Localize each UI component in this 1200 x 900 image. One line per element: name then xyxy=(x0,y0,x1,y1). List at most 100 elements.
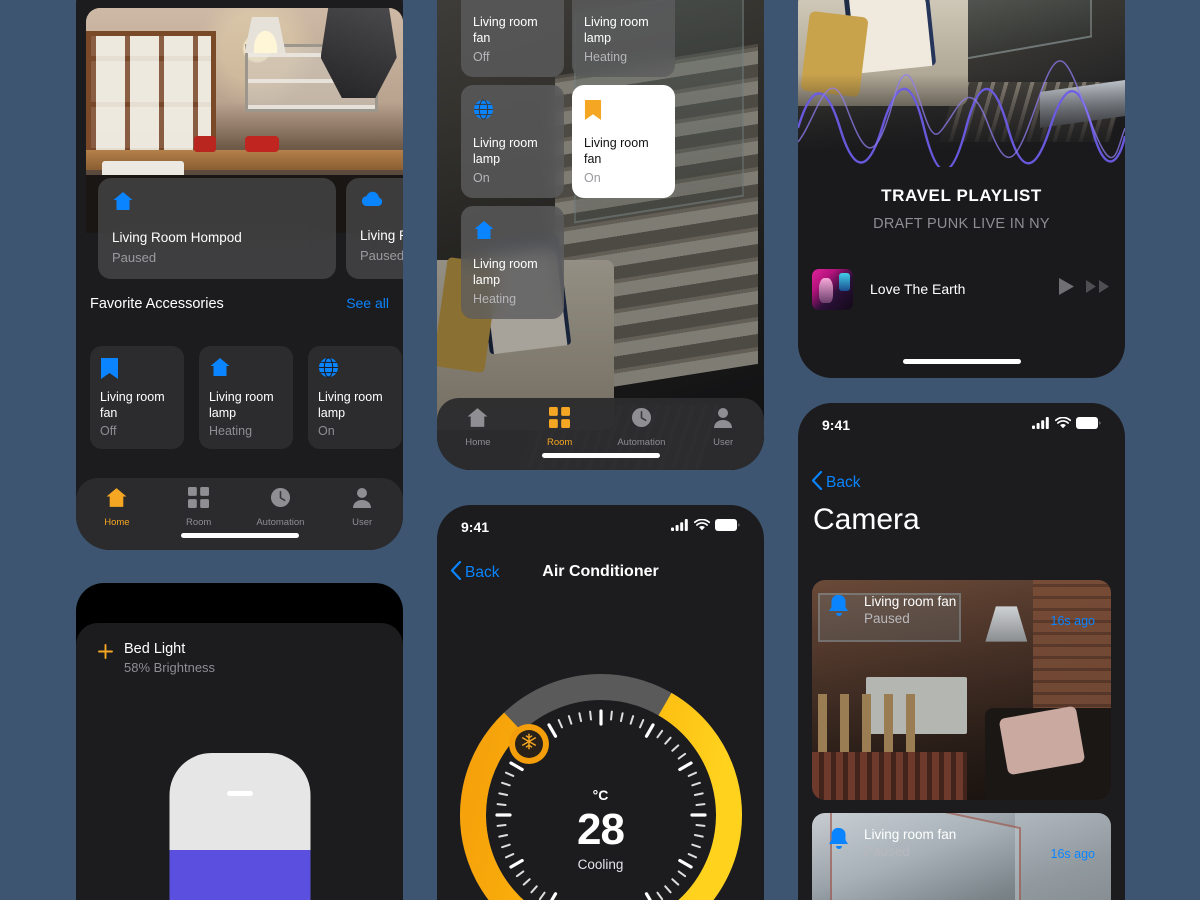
accessory-name: Living room fan xyxy=(100,390,165,420)
wifi-icon xyxy=(693,518,711,536)
signal-icon xyxy=(1032,416,1050,434)
camera-clip-name: Living room fan xyxy=(864,827,957,842)
fast-forward-icon[interactable] xyxy=(1085,279,1111,299)
air-conditioner-panel: 9:41 Back Air Conditioner °C 28 Cooling xyxy=(437,505,764,900)
house-icon xyxy=(466,407,489,433)
tab-home[interactable]: Home xyxy=(437,407,519,448)
see-all-link[interactable]: See all xyxy=(346,295,389,311)
hero-card[interactable]: Living Room Hompod Paused xyxy=(346,178,403,280)
room-screen-panel: Living room fan Off Living room lamp Hea… xyxy=(437,0,764,470)
temperature-unit: °C xyxy=(592,787,609,803)
bed-light-panel: Bed Light 58% Brightness xyxy=(76,583,403,900)
room-accessory-grid: Living room fan Off Living room lamp Hea… xyxy=(461,0,741,319)
bed-light-name: Bed Light xyxy=(124,641,186,657)
accessory-name: Living room lamp xyxy=(318,390,383,420)
bell-icon xyxy=(828,594,850,623)
album-art xyxy=(812,268,853,310)
bed-light-brightness: 58% Brightness xyxy=(124,660,216,675)
hero-card-status: Paused xyxy=(112,250,157,266)
playlist-title: TRAVEL PLAYLIST xyxy=(881,186,1042,205)
room-accessory-name: Living room fan xyxy=(584,136,649,167)
tab-automation[interactable]: Automation xyxy=(240,487,322,528)
status-bar: 9:41 xyxy=(798,403,1125,447)
temperature-value: 28 xyxy=(577,805,625,854)
camera-clip-card[interactable]: Living room fan Paused 16s ago xyxy=(812,813,1111,900)
accessory-name: Living room lamp xyxy=(209,390,274,420)
room-accessory-state: Heating xyxy=(473,291,517,306)
bell-icon xyxy=(828,827,850,856)
brightness-slider[interactable] xyxy=(169,753,310,900)
plus-icon[interactable] xyxy=(98,644,113,664)
favorites-header: Favorite Accessories See all xyxy=(76,295,403,312)
home-screen-panel: Living Room Hompod Paused Living Room Ho… xyxy=(76,0,403,550)
clock-icon xyxy=(270,487,291,513)
accessory-state: Off xyxy=(100,424,117,438)
room-accessory-state: On xyxy=(584,170,601,185)
camera-clip-text: Living room fan Paused xyxy=(864,827,956,859)
camera-clip-name: Living room fan xyxy=(864,594,957,609)
globe-icon xyxy=(318,357,392,378)
section-title: Favorite Accessories xyxy=(90,296,224,312)
room-accessory-card[interactable]: Living room lamp On xyxy=(461,85,564,198)
bookmark-icon xyxy=(584,99,663,121)
room-accessory-name: Living room lamp xyxy=(473,136,538,167)
room-accessory-name: Living room fan xyxy=(473,15,538,46)
room-accessory-card[interactable]: Living room lamp Heating xyxy=(572,0,675,77)
accessory-card[interactable]: Living room lamp On xyxy=(308,346,402,449)
camera-clip-card[interactable]: Living room fan Paused 16s ago xyxy=(812,580,1111,800)
back-button[interactable]: Back xyxy=(811,470,860,495)
status-indicators xyxy=(1032,416,1101,434)
tab-label: Home xyxy=(104,517,130,528)
home-tab-bar: Home Room Automation User xyxy=(76,478,403,550)
playlist-subtitle: DRAFT PUNK LIVE IN NY xyxy=(873,216,1050,232)
house-icon xyxy=(112,191,322,216)
screenshot-canvas: Living Room Hompod Paused Living Room Ho… xyxy=(0,0,1200,900)
camera-clip-state: Paused xyxy=(864,611,910,626)
chevron-left-icon xyxy=(811,470,823,495)
page-title: Camera xyxy=(813,503,920,536)
waveform-visual xyxy=(798,60,1125,167)
accessory-state: On xyxy=(318,424,335,438)
status-time: 9:41 xyxy=(461,519,490,535)
play-icon[interactable] xyxy=(1058,277,1075,301)
tab-label: Automation xyxy=(256,517,305,528)
hero-card-title: Living Room Hompod xyxy=(112,230,242,245)
grid-icon xyxy=(188,487,210,513)
camera-screen-panel: 9:41 Back Camera Living room fan Paused … xyxy=(798,403,1125,900)
room-accessory-state: Heating xyxy=(584,49,628,64)
signal-icon xyxy=(671,518,689,536)
status-bar: 9:41 xyxy=(437,505,764,549)
status-time: 9:41 xyxy=(822,417,851,433)
room-tab-bar: Home Room Automation User xyxy=(437,398,764,470)
room-accessory-card-selected[interactable]: Living room fan On xyxy=(572,85,675,198)
tab-label: Automation xyxy=(617,437,666,448)
camera-clip-timestamp: 16s ago xyxy=(1050,614,1095,628)
tab-room[interactable]: Room xyxy=(158,487,240,528)
brightness-fill xyxy=(169,849,310,900)
accessory-card[interactable]: Living room lamp Heating xyxy=(199,346,293,449)
accessory-state: Heating xyxy=(209,424,253,438)
house-icon xyxy=(105,487,128,513)
battery-icon xyxy=(715,518,740,536)
person-icon xyxy=(352,487,372,513)
temperature-mode: Cooling xyxy=(577,857,624,872)
track-title: Love The Earth xyxy=(870,281,966,297)
favorite-accessories-row: Living room fan Off Living room lamp Hea… xyxy=(90,346,402,449)
tab-automation[interactable]: Automation xyxy=(601,407,683,448)
accessory-card[interactable]: Living room fan Off xyxy=(90,346,184,449)
music-player-panel: TRAVEL PLAYLIST DRAFT PUNK LIVE IN NY Lo… xyxy=(798,0,1125,378)
tab-user[interactable]: User xyxy=(321,487,403,528)
room-accessory-card[interactable]: Living room lamp Heating xyxy=(461,206,564,319)
tab-room[interactable]: Room xyxy=(519,407,601,448)
hero-card[interactable]: Living Room Hompod Paused xyxy=(98,178,336,280)
hero-card-title: Living Room Hompod xyxy=(360,228,403,243)
tab-user[interactable]: User xyxy=(682,407,764,448)
hero-card-list: Living Room Hompod Paused Living Room Ho… xyxy=(76,178,403,295)
hero-card-status: Paused xyxy=(360,248,403,264)
tab-home[interactable]: Home xyxy=(76,487,158,528)
bed-light-sheet: Bed Light 58% Brightness xyxy=(76,623,403,900)
room-accessory-card[interactable]: Living room fan Off xyxy=(461,0,564,77)
temperature-dial[interactable]: °C 28 Cooling xyxy=(451,665,751,900)
brightness-handle[interactable] xyxy=(226,791,253,796)
tab-label: User xyxy=(713,437,734,448)
